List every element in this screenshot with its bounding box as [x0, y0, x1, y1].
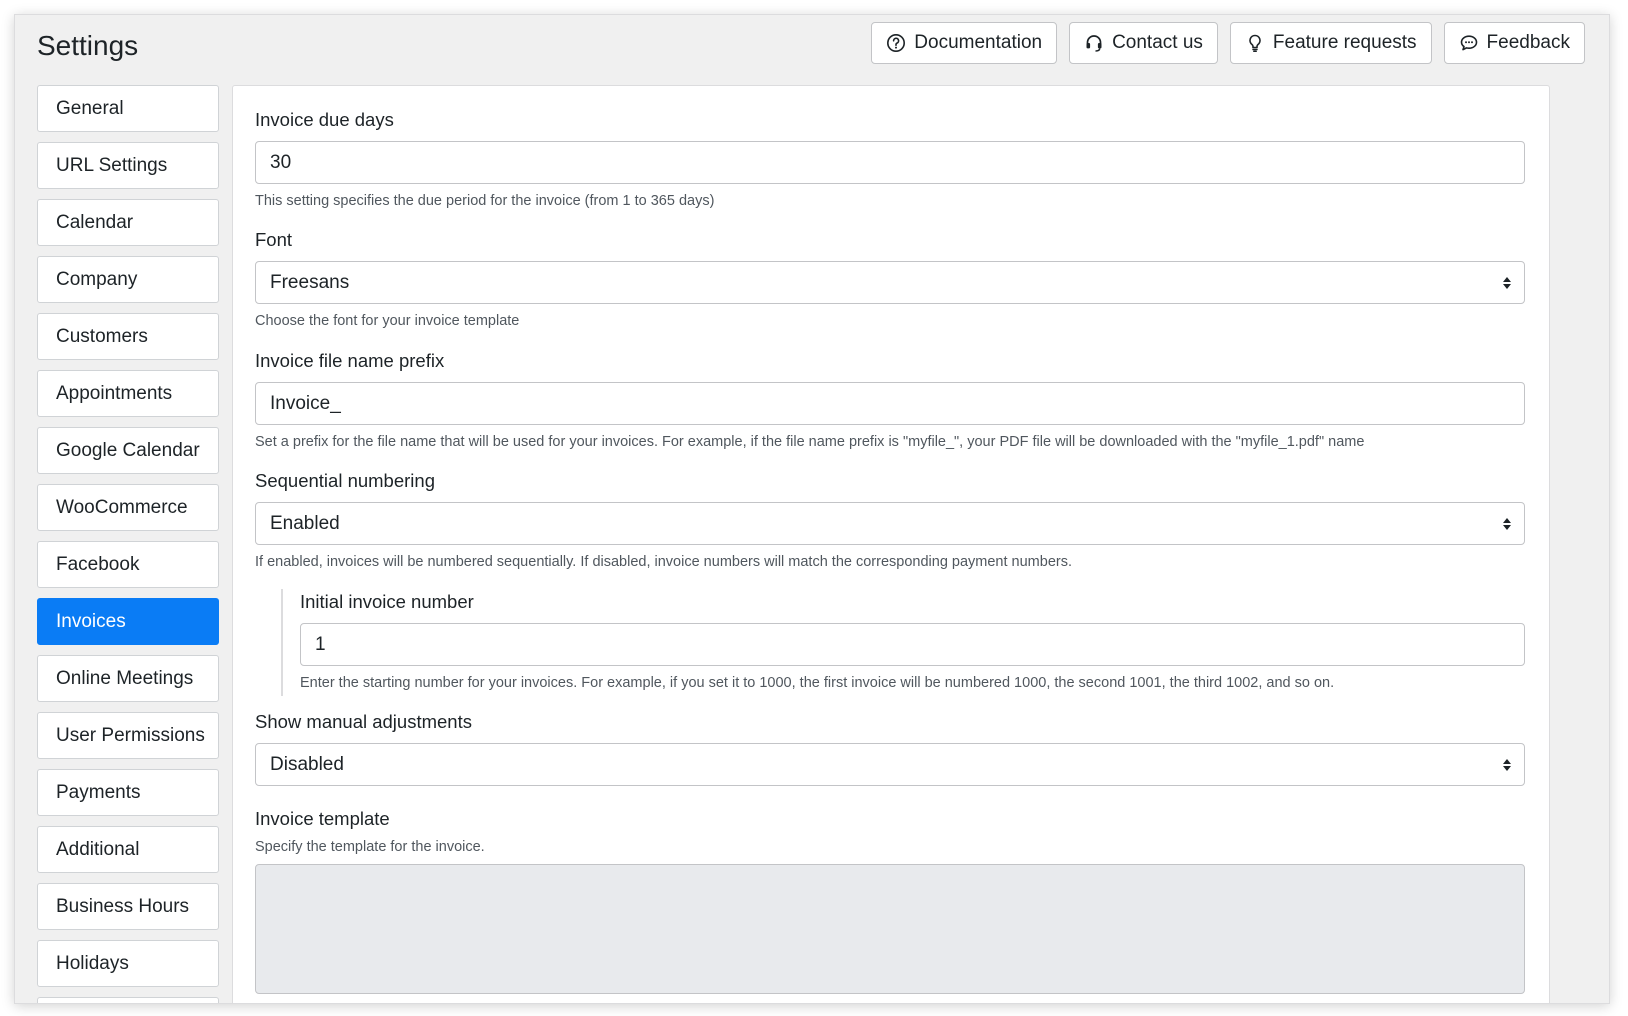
invoice-due-days-help: This setting specifies the due period fo…: [255, 193, 715, 209]
initial-invoice-number-help: Enter the starting number for your invoi…: [300, 675, 1335, 691]
feature-requests-button[interactable]: Feature requests: [1229, 22, 1432, 64]
feedback-label: Feedback: [1486, 32, 1570, 53]
font-group: Font Freesans Choose the font for your i…: [255, 229, 1525, 330]
sidebar-item-url-settings[interactable]: URL Settings: [37, 142, 219, 189]
invoice-due-days-label: Invoice due days: [255, 109, 394, 130]
select-arrows-icon: [1503, 517, 1511, 530]
invoice-due-days-input[interactable]: 30: [255, 141, 1525, 184]
sidebar-item-woocommerce[interactable]: WooCommerce: [37, 484, 219, 531]
sidebar-item-company[interactable]: Company: [37, 256, 219, 303]
invoice-due-days-group: Invoice due days 30 This setting specifi…: [255, 109, 1525, 210]
initial-invoice-number-label: Initial invoice number: [300, 591, 474, 612]
file-prefix-group: Invoice file name prefix Invoice_ Set a …: [255, 350, 1525, 451]
initial-invoice-number-value: 1: [315, 633, 326, 655]
font-select[interactable]: Freesans: [255, 261, 1525, 304]
manual-adjustments-group: Show manual adjustments Disabled: [255, 711, 1525, 786]
settings-window: Settings Documentation Contact us Featur…: [14, 14, 1610, 1004]
header-buttons: Documentation Contact us Feature request…: [871, 22, 1585, 64]
file-prefix-value: Invoice_: [270, 392, 341, 414]
sequential-numbering-group: Sequential numbering Enabled If enabled,…: [255, 470, 1525, 571]
sidebar-item-invoices[interactable]: Invoices: [37, 598, 219, 645]
sidebar-item-google-calendar[interactable]: Google Calendar: [37, 427, 219, 474]
sidebar-item-payments[interactable]: Payments: [37, 769, 219, 816]
documentation-label: Documentation: [914, 32, 1043, 53]
initial-invoice-number-input[interactable]: 1: [300, 623, 1525, 666]
file-prefix-label: Invoice file name prefix: [255, 350, 445, 371]
sequential-numbering-label: Sequential numbering: [255, 470, 435, 491]
sidebar-item-appointments[interactable]: Appointments: [37, 370, 219, 417]
font-selected-value: Freesans: [270, 271, 350, 293]
invoice-template-group: Invoice template Specify the template fo…: [255, 808, 1525, 994]
sequential-numbering-help: If enabled, invoices will be numbered se…: [255, 554, 1072, 570]
page-header: Settings Documentation Contact us Featur…: [15, 15, 1609, 85]
sidebar-item-facebook[interactable]: Facebook: [37, 541, 219, 588]
sidebar-item-customers[interactable]: Customers: [37, 313, 219, 360]
initial-invoice-number-group: Initial invoice number 1 Enter the start…: [281, 589, 1525, 696]
documentation-button[interactable]: Documentation: [871, 22, 1058, 64]
page-title: Settings: [37, 30, 139, 61]
select-arrows-icon: [1503, 758, 1511, 771]
sidebar-item-business-hours[interactable]: Business Hours: [37, 883, 219, 930]
sidebar-item-additional[interactable]: Additional: [37, 826, 219, 873]
invoice-template-label: Invoice template: [255, 808, 390, 829]
headset-icon: [1084, 33, 1104, 53]
sidebar-item-more[interactable]: [37, 997, 219, 1003]
invoice-due-days-value: 30: [270, 151, 292, 173]
feature-requests-label: Feature requests: [1272, 32, 1417, 53]
contact-us-label: Contact us: [1112, 32, 1203, 53]
invoice-template-editor[interactable]: [255, 864, 1525, 994]
file-prefix-help: Set a prefix for the file name that will…: [255, 434, 1365, 450]
sidebar-item-online-meetings[interactable]: Online Meetings: [37, 655, 219, 702]
sequential-numbering-select[interactable]: Enabled: [255, 502, 1525, 545]
font-help: Choose the font for your invoice templat…: [255, 313, 520, 329]
sidebar-item-user-permissions[interactable]: User Permissions: [37, 712, 219, 759]
feedback-button[interactable]: Feedback: [1443, 22, 1585, 64]
sidebar-item-calendar[interactable]: Calendar: [37, 199, 219, 246]
question-circle-icon: [886, 33, 906, 53]
manual-adjustments-label: Show manual adjustments: [255, 711, 472, 732]
manual-adjustments-select[interactable]: Disabled: [255, 743, 1525, 786]
file-prefix-input[interactable]: Invoice_: [255, 382, 1525, 425]
chat-bubble-icon: [1459, 33, 1479, 53]
sidebar-item-general[interactable]: General: [37, 85, 219, 132]
select-arrows-icon: [1503, 276, 1511, 289]
contact-us-button[interactable]: Contact us: [1069, 22, 1218, 64]
settings-sidebar: General URL Settings Calendar Company Cu…: [37, 85, 219, 1003]
font-label: Font: [255, 229, 293, 250]
lightbulb-icon: [1245, 33, 1265, 53]
invoice-template-help: Specify the template for the invoice.: [255, 839, 485, 855]
sidebar-item-holidays[interactable]: Holidays: [37, 940, 219, 987]
sequential-numbering-value: Enabled: [270, 512, 340, 534]
invoices-settings-panel: Invoice due days 30 This setting specifi…: [232, 85, 1550, 1003]
manual-adjustments-value: Disabled: [270, 753, 344, 775]
